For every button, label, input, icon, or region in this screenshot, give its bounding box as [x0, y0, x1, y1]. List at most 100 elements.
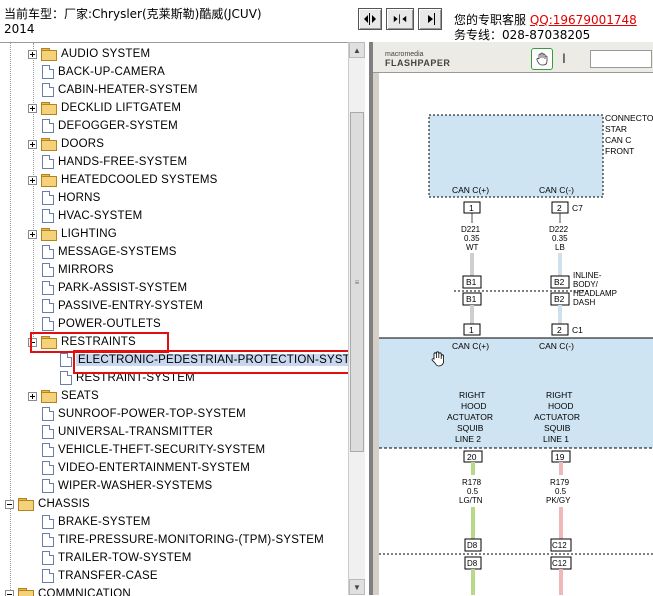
tree-item[interactable]: VEHICLE-THEFT-SECURITY-SYSTEM — [42, 441, 265, 459]
act-l-4: LINE 2 — [455, 434, 481, 444]
wire2-1: 0.35 — [552, 234, 568, 243]
tree-item[interactable]: COMMNICATION — [5, 585, 131, 596]
expand-icon[interactable] — [28, 140, 37, 149]
tree-item[interactable]: WIPER-WASHER-SYSTEMS — [42, 477, 212, 495]
scroll-down-arrow-icon[interactable]: ▼ — [349, 579, 365, 595]
tree-item[interactable]: MESSAGE-SYSTEMS — [42, 243, 177, 261]
logo-bottom: FLASHPAPER — [385, 58, 450, 68]
folder-icon — [18, 498, 34, 510]
tree-scrollbar[interactable]: ▲ ≡ ▼ — [348, 42, 365, 595]
tree-item[interactable]: PASSIVE-ENTRY-SYSTEM — [42, 297, 203, 315]
expand-icon[interactable] — [28, 104, 37, 113]
collapse-left-button[interactable] — [358, 8, 382, 30]
document-icon — [42, 443, 54, 457]
tree-item[interactable]: TRANSFER-CASE — [42, 567, 158, 585]
act-r-1: HOOD — [548, 401, 574, 411]
scroll-up-arrow-icon[interactable]: ▲ — [349, 42, 365, 58]
collapse-icon[interactable] — [5, 590, 14, 596]
tree-item-label: PASSIVE-ENTRY-SYSTEM — [58, 300, 203, 312]
pin-1-top: 1 — [469, 203, 474, 213]
tree-item[interactable]: DEFOGGER-SYSTEM — [42, 117, 178, 135]
tree-item-label: PARK-ASSIST-SYSTEM — [58, 282, 187, 294]
tree-item[interactable]: DECKLID LIFTGATEM — [28, 99, 181, 117]
pin-2-c1: 2 — [557, 325, 562, 335]
tree-item-label: SEATS — [61, 390, 99, 402]
tree-item-label: BACK-UP-CAMERA — [58, 66, 165, 78]
tree-item[interactable]: LIGHTING — [28, 225, 117, 243]
expand-icon[interactable] — [28, 392, 37, 401]
act-r-2: ACTUATOR — [534, 412, 580, 422]
expand-icon[interactable] — [28, 176, 37, 185]
pin-20: 20 — [467, 452, 477, 462]
document-icon — [42, 299, 54, 313]
text-select-icon[interactable]: I — [562, 50, 566, 66]
expand-icon[interactable] — [28, 50, 37, 59]
vehicle-year: 2014 — [4, 21, 35, 37]
expand-both-button[interactable] — [386, 8, 414, 30]
tree-item[interactable]: CHASSIS — [5, 495, 90, 513]
tree-item[interactable]: UNIVERSAL-TRANSMITTER — [42, 423, 213, 441]
tree-item-label: DEFOGGER-SYSTEM — [58, 120, 178, 132]
collapse-right-button[interactable] — [418, 8, 442, 30]
scroll-thumb[interactable]: ≡ — [350, 112, 364, 452]
tree-item[interactable]: PARK-ASSIST-SYSTEM — [42, 279, 187, 297]
wire1-0: D221 — [461, 225, 481, 234]
inline-0: INLINE- — [573, 271, 602, 280]
tree-item[interactable]: BACK-UP-CAMERA — [42, 63, 165, 81]
tree-item-label: CABIN-HEATER-SYSTEM — [58, 84, 198, 96]
document-icon — [60, 353, 72, 367]
tree-item-label: WIPER-WASHER-SYSTEMS — [58, 480, 212, 492]
tree-item-label: HANDS-FREE-SYSTEM — [58, 156, 187, 168]
tree-item[interactable]: CABIN-HEATER-SYSTEM — [42, 81, 198, 99]
tree-item[interactable]: TRAILER-TOW-SYSTEM — [42, 549, 192, 567]
viewer-toolbar: macromedia FLASHPAPER I — [373, 42, 653, 73]
tree-item-label: AUDIO SYSTEM — [61, 48, 150, 60]
flashpaper-logo: macromedia FLASHPAPER — [385, 51, 450, 69]
wire2-2: LB — [555, 243, 565, 252]
contact-prefix: 您的专职客服 — [454, 13, 526, 27]
collapse-icon[interactable] — [5, 500, 14, 509]
act-r-3: SQUIB — [544, 423, 571, 433]
hand-icon — [535, 52, 549, 66]
diagram-page: CONNECTOR STAR CAN C FRONT CAN C(+) CAN … — [379, 73, 653, 595]
tree-guide-line — [33, 43, 34, 343]
split-icon — [393, 13, 407, 25]
document-icon — [42, 461, 54, 475]
viewer-search-input[interactable] — [590, 50, 652, 68]
tree-item[interactable]: MIRRORS — [42, 261, 114, 279]
d8-bottom: D8 — [467, 559, 478, 568]
tree-item-label: SUNROOF-POWER-TOP-SYSTEM — [58, 408, 246, 420]
document-icon — [42, 479, 54, 493]
tree-item[interactable]: POWER-OUTLETS — [42, 315, 161, 333]
c7-label: C7 — [572, 203, 583, 213]
expand-icon[interactable] — [28, 230, 37, 239]
tree-item[interactable]: BRAKE-SYSTEM — [42, 513, 151, 531]
tree-item[interactable]: HANDS-FREE-SYSTEM — [42, 153, 187, 171]
tree-item-label: MIRRORS — [58, 264, 114, 276]
tree-item[interactable]: AUDIO SYSTEM — [28, 45, 150, 63]
act-l-2: ACTUATOR — [447, 412, 493, 422]
tree-item[interactable]: DOORS — [28, 135, 104, 153]
act-l-0: RIGHT — [459, 390, 485, 400]
c1-label: C1 — [572, 325, 583, 335]
document-icon — [42, 245, 54, 259]
inline-3: DASH — [573, 298, 595, 307]
tree-item-label: TRAILER-TOW-SYSTEM — [58, 552, 192, 564]
inline-1: BODY/ — [573, 280, 599, 289]
hand-tool-button[interactable] — [531, 48, 553, 70]
document-icon — [42, 317, 54, 331]
qq-link[interactable]: QQ:19679001748 — [530, 13, 637, 27]
conn-label-2: CAN C — [605, 135, 631, 145]
tree-item[interactable]: HVAC-SYSTEM — [42, 207, 142, 225]
tree-item[interactable]: SEATS — [28, 387, 99, 405]
tree-item[interactable]: HORNS — [42, 189, 101, 207]
document-icon — [42, 191, 54, 205]
document-icon — [42, 533, 54, 547]
tree-item[interactable]: TIRE-PRESSURE-MONITORING-(TPM)-SYSTEM — [42, 531, 324, 549]
tree-item[interactable]: VIDEO-ENTERTAINMENT-SYSTEM — [42, 459, 250, 477]
tree-item[interactable]: HEATEDCOOLED SYSTEMS — [28, 171, 218, 189]
folder-icon — [41, 228, 57, 240]
b1-bottom: B1 — [466, 294, 477, 304]
folder-icon — [41, 174, 57, 186]
tree-item[interactable]: SUNROOF-POWER-TOP-SYSTEM — [42, 405, 246, 423]
